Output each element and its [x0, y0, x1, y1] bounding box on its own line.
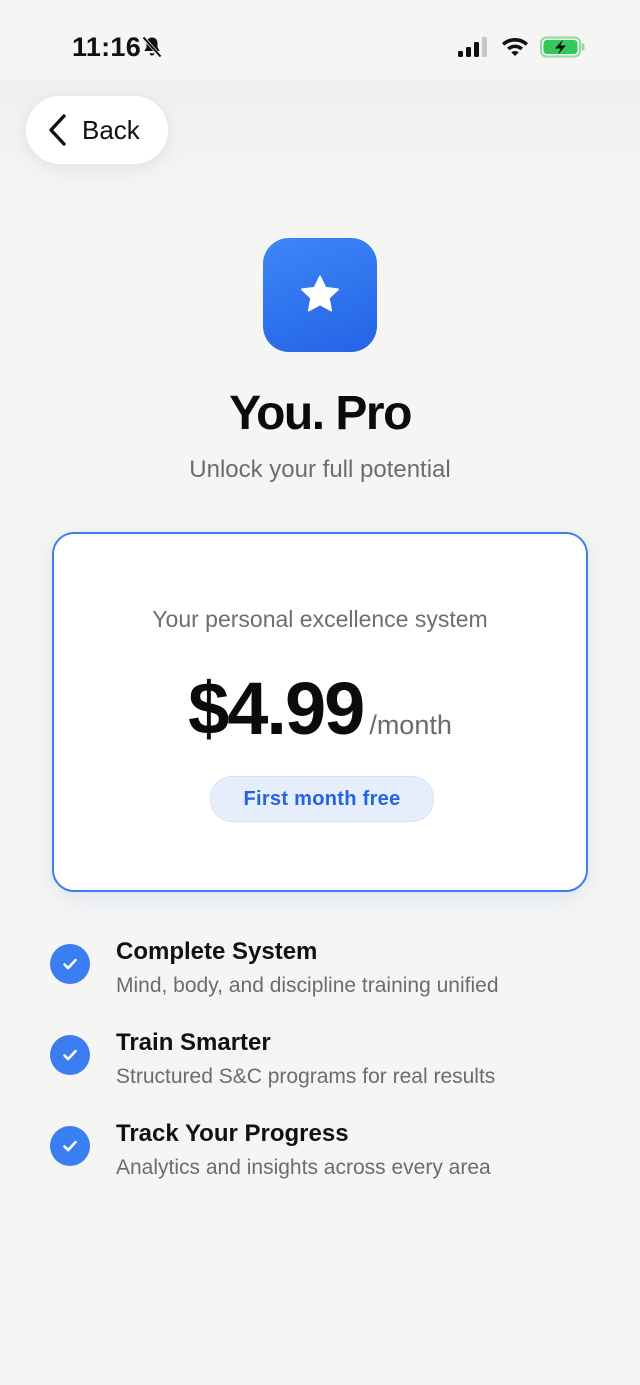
battery-charging-icon: [540, 36, 585, 58]
feature-description: Analytics and insights across every area: [116, 1156, 491, 1179]
subscription-plan-card[interactable]: Your personal excellence system $4.99 /m…: [52, 532, 588, 892]
plan-period: /month: [369, 710, 452, 740]
feature-item: Train Smarter Structured S&C programs fo…: [50, 1029, 610, 1109]
feature-title: Complete System: [116, 938, 318, 965]
page-title: You. Pro: [229, 387, 412, 440]
cellular-signal-icon: [458, 37, 487, 57]
app-logo: [263, 238, 377, 352]
tagline: Unlock your full potential: [189, 456, 451, 483]
promo-badge: First month free: [210, 776, 434, 822]
plan-price: $4.99: [188, 667, 365, 750]
wifi-icon: [502, 38, 528, 56]
star-icon: [301, 275, 339, 312]
checkmark-circle-icon: [50, 944, 90, 984]
back-button[interactable]: Back: [26, 96, 168, 164]
price-row: $4.99 /month: [54, 666, 586, 751]
chevron-left-icon: [49, 114, 66, 146]
checkmark-circle-icon: [50, 1126, 90, 1166]
feature-description: Mind, body, and discipline training unif…: [116, 974, 499, 997]
feature-title: Track Your Progress: [116, 1120, 349, 1147]
plan-subtitle: Your personal excellence system: [152, 606, 488, 632]
feature-description: Structured S&C programs for real results: [116, 1065, 496, 1088]
back-button-label: Back: [82, 114, 140, 145]
checkmark-circle-icon: [50, 1035, 90, 1075]
feature-item: Track Your Progress Analytics and insigh…: [50, 1120, 610, 1200]
feature-item: Complete System Mind, body, and discipli…: [50, 938, 610, 1018]
bell-slash-icon: [142, 36, 162, 58]
feature-title: Train Smarter: [116, 1029, 271, 1056]
status-time: 11:16: [72, 32, 142, 62]
